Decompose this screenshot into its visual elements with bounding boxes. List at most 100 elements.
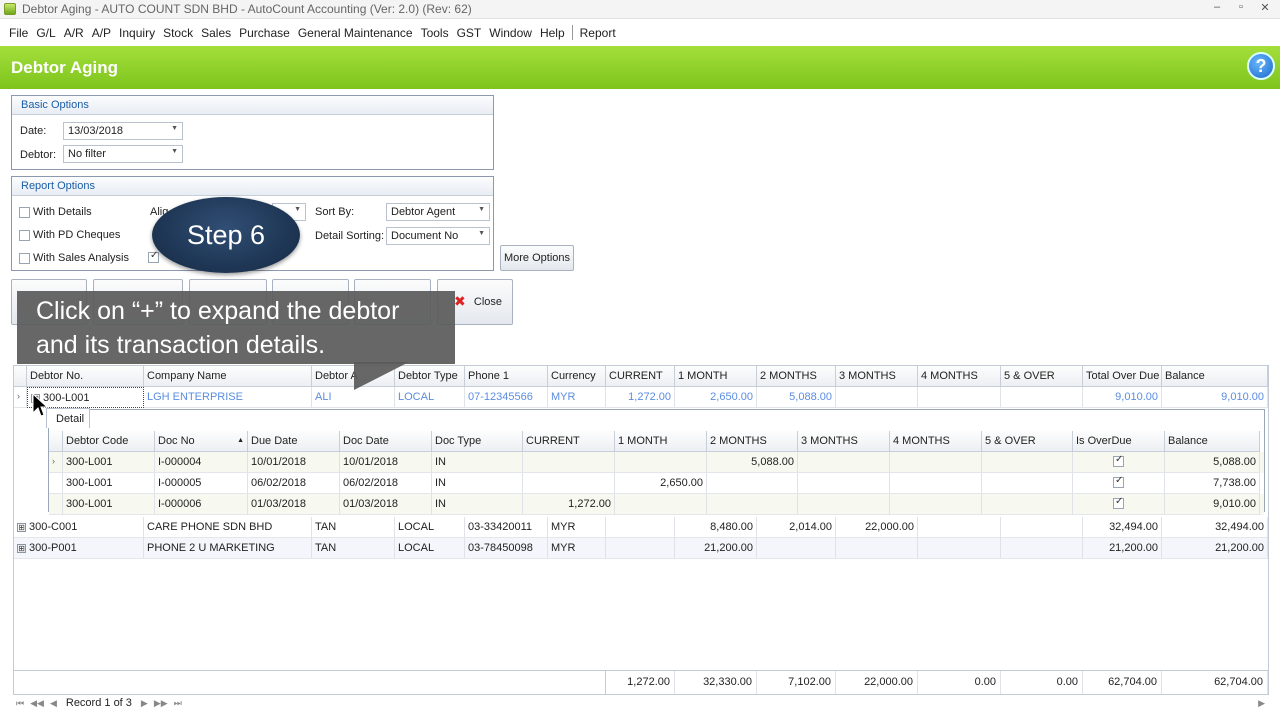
- prev-record-icon[interactable]: ◀: [50, 698, 57, 709]
- detail-row[interactable]: 300-L001 I-000006 01/03/2018 01/03/2018 …: [49, 494, 1264, 515]
- detail-balance[interactable]: 5,088.00: [1165, 452, 1260, 473]
- col-5-over[interactable]: 5 & OVER: [1001, 366, 1083, 387]
- cell-2-months[interactable]: 2,014.00: [757, 517, 836, 538]
- cell-total-overdue[interactable]: 21,200.00: [1083, 538, 1162, 559]
- with-sales-analysis-checkbox[interactable]: [19, 253, 30, 264]
- cell-phone[interactable]: 03-78450098: [465, 538, 548, 559]
- cell-3-months[interactable]: 22,000.00: [836, 517, 918, 538]
- detail-current[interactable]: 1,272.00: [523, 494, 615, 515]
- detail-doc-no[interactable]: I-000006: [155, 494, 248, 515]
- menu-purchase[interactable]: Purchase: [235, 26, 294, 40]
- menu-general-maintenance[interactable]: General Maintenance: [294, 26, 417, 40]
- cell-debtor-no[interactable]: ⊞ 300-C001: [14, 517, 144, 538]
- detail-balance[interactable]: 9,010.00: [1165, 494, 1260, 515]
- cell-current[interactable]: 1,272.00: [606, 387, 675, 408]
- detail-current[interactable]: [523, 473, 615, 494]
- more-options-button[interactable]: More Options: [500, 245, 574, 271]
- cell-5-over[interactable]: [1001, 387, 1083, 408]
- cell-company[interactable]: LGH ENTERPRISE: [144, 387, 312, 408]
- detail-2-months[interactable]: 5,088.00: [707, 452, 798, 473]
- detail-is-overdue[interactable]: [1073, 452, 1165, 473]
- detail-1-month[interactable]: [615, 452, 707, 473]
- menu-report[interactable]: Report: [576, 26, 620, 40]
- detail-col-doc-no[interactable]: Doc No ▲: [155, 431, 248, 452]
- detail-3-months[interactable]: [798, 494, 890, 515]
- table-row[interactable]: › ⊟300-L001 LGH ENTERPRISE ALI LOCAL 07-…: [14, 387, 1268, 408]
- cell-1-month[interactable]: 8,480.00: [675, 517, 757, 538]
- detail-due[interactable]: 10/01/2018: [248, 452, 340, 473]
- overdue-checkbox[interactable]: [1113, 496, 1124, 509]
- menu-gl[interactable]: G/L: [32, 26, 59, 40]
- cell-currency[interactable]: MYR: [548, 387, 606, 408]
- col-2-months[interactable]: 2 MONTHS: [757, 366, 836, 387]
- detail-2-months[interactable]: [707, 473, 798, 494]
- cell-4-months[interactable]: [918, 517, 1001, 538]
- detail-col-4-months[interactable]: 4 MONTHS: [890, 431, 982, 452]
- detail-doc-date[interactable]: 01/03/2018: [340, 494, 432, 515]
- detail-col-doc-date[interactable]: Doc Date: [340, 431, 432, 452]
- detail-type[interactable]: IN: [432, 494, 523, 515]
- menu-stock[interactable]: Stock: [159, 26, 197, 40]
- with-details-checkbox[interactable]: [19, 207, 30, 218]
- date-picker[interactable]: 13/03/2018 ▼: [63, 122, 183, 140]
- detail-code[interactable]: 300-L001: [63, 494, 155, 515]
- cell-total-overdue[interactable]: 32,494.00: [1083, 517, 1162, 538]
- menu-window[interactable]: Window: [485, 26, 536, 40]
- detail-doc-no[interactable]: I-000005: [155, 473, 248, 494]
- menu-inquiry[interactable]: Inquiry: [115, 26, 159, 40]
- cell-phone[interactable]: 07-12345566: [465, 387, 548, 408]
- expand-row-icon[interactable]: ⊞: [17, 522, 26, 532]
- cell-balance[interactable]: 32,494.00: [1162, 517, 1268, 538]
- cell-4-months[interactable]: [918, 387, 1001, 408]
- next-page-icon[interactable]: ▶▶: [154, 698, 168, 709]
- detail-col-1-month[interactable]: 1 MONTH: [615, 431, 707, 452]
- col-1-month[interactable]: 1 MONTH: [675, 366, 757, 387]
- detail-doc-date[interactable]: 10/01/2018: [340, 452, 432, 473]
- detail-doc-date[interactable]: 06/02/2018: [340, 473, 432, 494]
- cell-2-months[interactable]: [757, 538, 836, 559]
- detail-type[interactable]: IN: [432, 452, 523, 473]
- detail-col-3-months[interactable]: 3 MONTHS: [798, 431, 890, 452]
- cell-phone[interactable]: 03-33420011: [465, 517, 548, 538]
- col-company-name[interactable]: Company Name: [144, 366, 312, 387]
- cell-currency[interactable]: MYR: [548, 538, 606, 559]
- cell-5-over[interactable]: [1001, 538, 1083, 559]
- cell-agent[interactable]: TAN: [312, 517, 395, 538]
- detail-5-over[interactable]: [982, 494, 1073, 515]
- cell-type[interactable]: LOCAL: [395, 538, 465, 559]
- cell-type[interactable]: LOCAL: [395, 517, 465, 538]
- detail-3-months[interactable]: [798, 452, 890, 473]
- with-pd-cheques-checkbox[interactable]: [19, 230, 30, 241]
- detail-sorting-combo[interactable]: Document No ▼: [386, 227, 490, 245]
- cell-current[interactable]: [606, 517, 675, 538]
- detail-balance[interactable]: 7,738.00: [1165, 473, 1260, 494]
- detail-code[interactable]: 300-L001: [63, 452, 155, 473]
- detail-doc-no[interactable]: I-000004: [155, 452, 248, 473]
- option-checkbox[interactable]: [148, 250, 159, 263]
- menu-sales[interactable]: Sales: [197, 26, 235, 40]
- cell-balance[interactable]: 9,010.00: [1162, 387, 1268, 408]
- debtor-filter[interactable]: No filter ▼: [63, 145, 183, 163]
- menu-help[interactable]: Help: [536, 26, 569, 40]
- detail-code[interactable]: 300-L001: [63, 473, 155, 494]
- cell-agent[interactable]: ALI: [312, 387, 395, 408]
- col-total-overdue[interactable]: Total Over Due: [1083, 366, 1162, 387]
- detail-current[interactable]: [523, 452, 615, 473]
- cell-1-month[interactable]: 2,650.00: [675, 387, 757, 408]
- overdue-checkbox[interactable]: [1113, 475, 1124, 488]
- detail-3-months[interactable]: [798, 473, 890, 494]
- cell-5-over[interactable]: [1001, 517, 1083, 538]
- menu-ar[interactable]: A/R: [60, 26, 88, 40]
- cell-3-months[interactable]: [836, 387, 918, 408]
- cell-company[interactable]: PHONE 2 U MARKETING: [144, 538, 312, 559]
- table-row[interactable]: ⊞ 300-P001 PHONE 2 U MARKETING TAN LOCAL …: [14, 538, 1268, 559]
- cell-agent[interactable]: TAN: [312, 538, 395, 559]
- detail-tab[interactable]: Detail: [46, 408, 90, 428]
- col-3-months[interactable]: 3 MONTHS: [836, 366, 918, 387]
- last-record-icon[interactable]: ⏭: [174, 698, 182, 709]
- detail-row[interactable]: › 300-L001 I-000004 10/01/2018 10/01/201…: [49, 452, 1264, 473]
- detail-1-month[interactable]: 2,650.00: [615, 473, 707, 494]
- detail-4-months[interactable]: [890, 494, 982, 515]
- detail-col-current[interactable]: CURRENT: [523, 431, 615, 452]
- cell-company[interactable]: CARE PHONE SDN BHD: [144, 517, 312, 538]
